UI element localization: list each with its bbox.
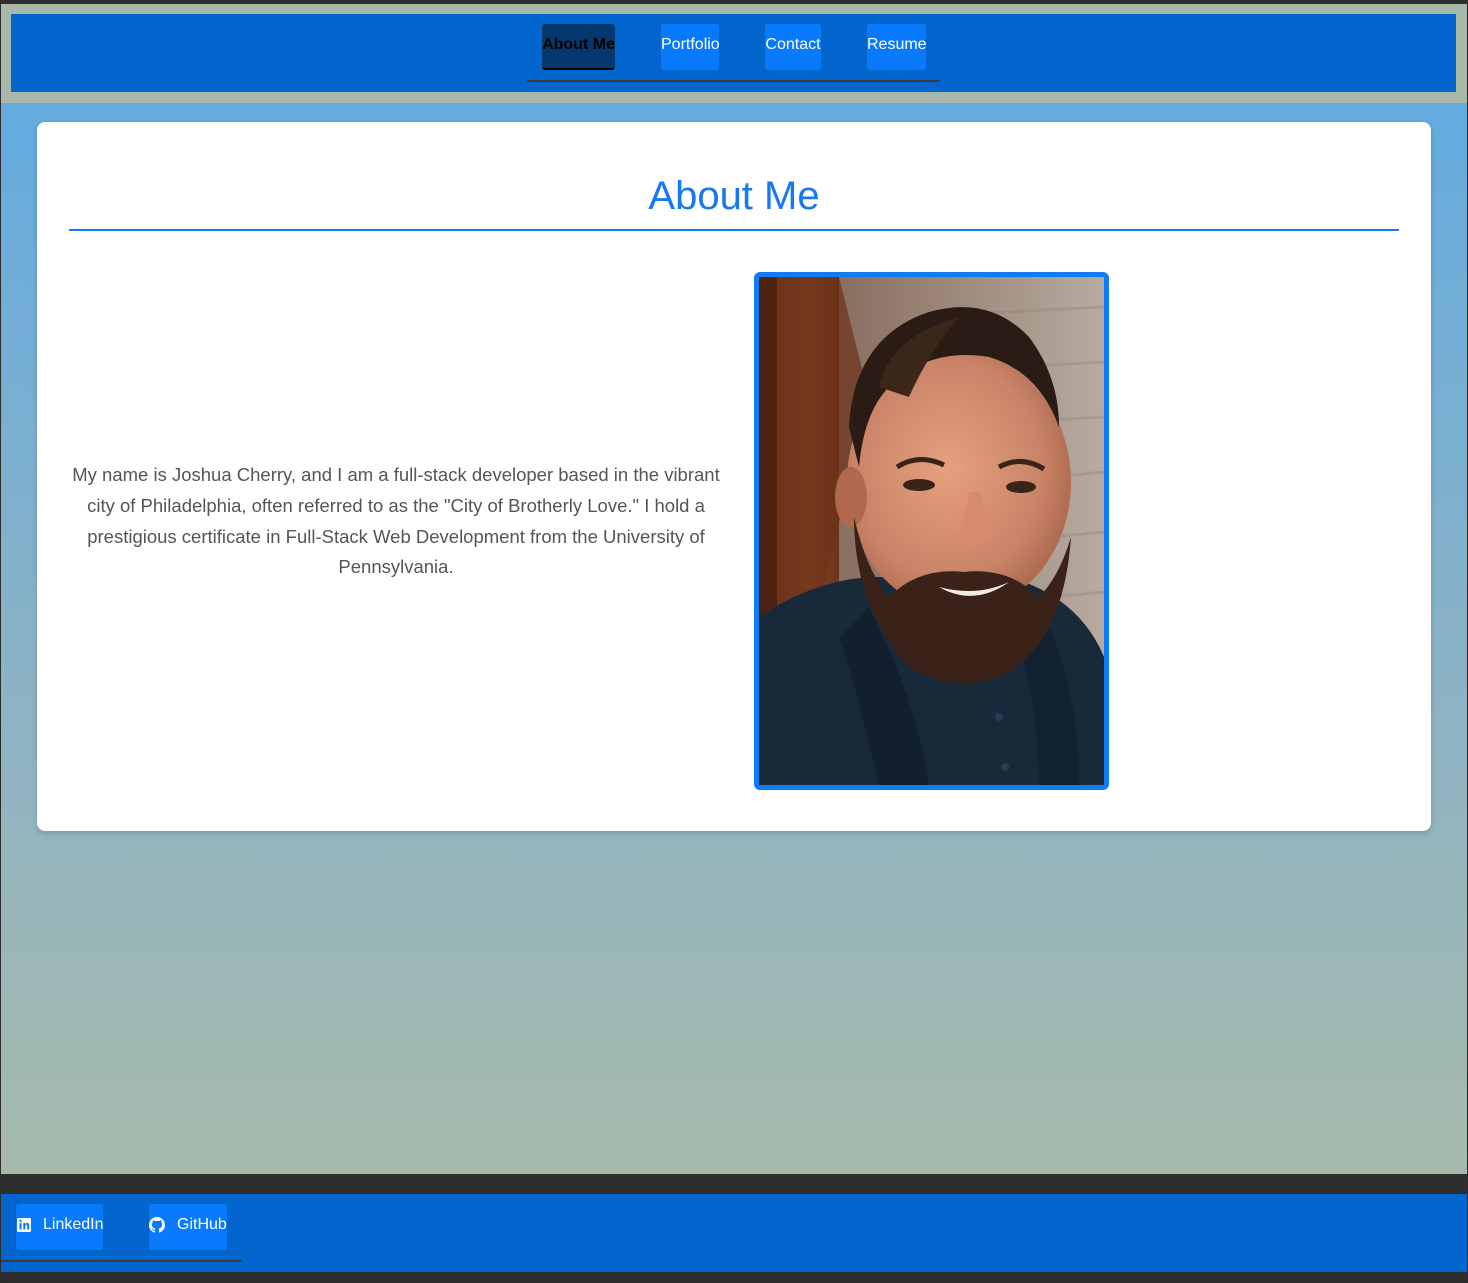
title-divider xyxy=(69,229,1399,231)
linkedin-label: LinkedIn xyxy=(43,1216,104,1233)
header-top-border xyxy=(0,0,1468,4)
bio-text: My name is Joshua Cherry, and I am a ful… xyxy=(72,464,720,578)
profile-photo-image xyxy=(759,277,1104,785)
nav-contact[interactable]: Contact xyxy=(765,24,821,70)
about-card: About Me My name is Joshua Cherry, and I… xyxy=(37,122,1431,831)
github-label: GitHub xyxy=(177,1216,227,1233)
github-icon xyxy=(149,1217,165,1233)
linkedin-icon xyxy=(17,1218,31,1232)
footer-underline xyxy=(0,1260,242,1262)
nav-resume[interactable]: Resume xyxy=(867,24,927,70)
nav-about-me[interactable]: About Me xyxy=(542,24,615,70)
linkedin-link[interactable]: LinkedIn xyxy=(16,1204,104,1250)
nav-underline xyxy=(527,80,940,82)
profile-photo xyxy=(754,272,1109,790)
github-link[interactable]: GitHub xyxy=(149,1204,227,1250)
nav-portfolio[interactable]: Portfolio xyxy=(661,24,720,70)
footer-bottom-strip xyxy=(0,1272,1468,1283)
page-title: About Me xyxy=(648,174,820,218)
footer-top-strip xyxy=(0,1174,1468,1194)
